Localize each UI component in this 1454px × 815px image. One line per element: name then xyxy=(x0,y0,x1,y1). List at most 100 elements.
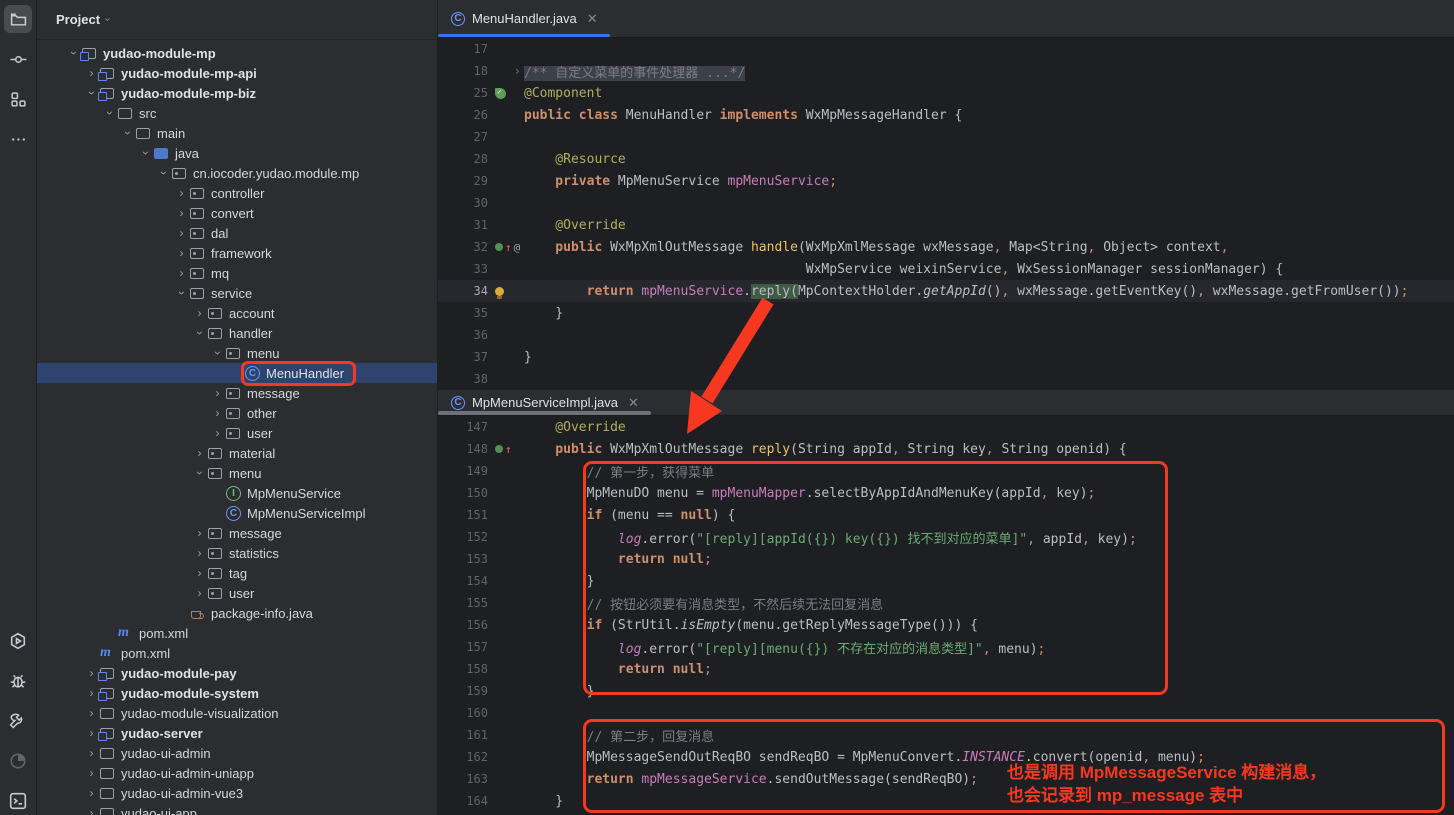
code-line-149[interactable]: 149 // 第一步，获得菜单 xyxy=(438,460,1454,482)
code-line-147[interactable]: 147 @Override xyxy=(438,416,1454,438)
code-line-25[interactable]: 25@Component xyxy=(438,82,1454,104)
tree-item-message[interactable]: ›message xyxy=(37,523,437,543)
chevron-expanded-icon[interactable]: › xyxy=(191,326,208,340)
tree-item-statistics[interactable]: ›statistics xyxy=(37,543,437,563)
tree-item-message[interactable]: ›message xyxy=(37,383,437,403)
tree-item-pom-xml[interactable]: pom.xml xyxy=(37,643,437,663)
structure-icon[interactable] xyxy=(4,85,32,113)
chevron-collapsed-icon[interactable]: › xyxy=(191,306,208,320)
code-line-160[interactable]: 160 xyxy=(438,702,1454,724)
bean-icon[interactable] xyxy=(495,445,503,453)
code-line-36[interactable]: 36 xyxy=(438,324,1454,346)
code-line-28[interactable]: 28 @Resource xyxy=(438,148,1454,170)
code-line-18[interactable]: 18›/** 自定义菜单的事件处理器 ...*/ xyxy=(438,60,1454,82)
tree-item-yudao-module-mp[interactable]: ›yudao-module-mp xyxy=(37,43,437,63)
code-line-161[interactable]: 161 // 第二步，回复消息 xyxy=(438,724,1454,746)
fold-arrow-icon[interactable]: › xyxy=(514,64,524,78)
tree-item-mq[interactable]: ›mq xyxy=(37,263,437,283)
code-line-38[interactable]: 38 xyxy=(438,368,1454,390)
tree-item-yudao-module-pay[interactable]: ›yudao-module-pay xyxy=(37,663,437,683)
tab-mpmenuserviceimpl-java[interactable]: MpMenuServiceImpl.java ✕ xyxy=(438,390,651,415)
run-icon[interactable] xyxy=(4,627,32,655)
tab-menuhandler-java[interactable]: MenuHandler.java ✕ xyxy=(438,0,610,37)
code-line-29[interactable]: 29 private MpMenuService mpMenuService; xyxy=(438,170,1454,192)
tree-item-cn-iocoder-yudao-module-mp[interactable]: ›cn.iocoder.yudao.module.mp xyxy=(37,163,437,183)
more-icon[interactable] xyxy=(4,125,32,153)
code-line-32[interactable]: 32↑@ public WxMpXmlOutMessage handle(WxM… xyxy=(438,236,1454,258)
chevron-collapsed-icon[interactable]: › xyxy=(173,186,190,200)
debug-icon[interactable] xyxy=(4,667,32,695)
code-line-35[interactable]: 35 } xyxy=(438,302,1454,324)
tree-item-java[interactable]: ›java xyxy=(37,143,437,163)
code-line-158[interactable]: 158 return null; xyxy=(438,658,1454,680)
code-line-153[interactable]: 153 return null; xyxy=(438,548,1454,570)
code-line-148[interactable]: 148↑ public WxMpXmlOutMessage reply(Stri… xyxy=(438,438,1454,460)
chevron-expanded-icon[interactable]: › xyxy=(209,346,226,360)
tree-item-yudao-module-mp-biz[interactable]: ›yudao-module-mp-biz xyxy=(37,83,437,103)
chevron-expanded-icon[interactable]: › xyxy=(191,466,208,480)
code-line-31[interactable]: 31 @Override xyxy=(438,214,1454,236)
tree-item-framework[interactable]: ›framework xyxy=(37,243,437,263)
chevron-collapsed-icon[interactable]: › xyxy=(83,766,100,780)
chevron-collapsed-icon[interactable]: › xyxy=(173,226,190,240)
tree-item-user[interactable]: ›user xyxy=(37,423,437,443)
chevron-collapsed-icon[interactable]: › xyxy=(191,546,208,560)
code-line-154[interactable]: 154 } xyxy=(438,570,1454,592)
tree-item-menuhandler[interactable]: MenuHandler xyxy=(37,363,437,383)
code-line-37[interactable]: 37} xyxy=(438,346,1454,368)
chevron-expanded-icon[interactable]: › xyxy=(119,126,136,140)
code-line-34[interactable]: 34 return mpMenuService.reply(MpContextH… xyxy=(438,280,1454,302)
tree-item-src[interactable]: ›src xyxy=(37,103,437,123)
code-line-33[interactable]: 33 WxMpService weixinService, WxSessionM… xyxy=(438,258,1454,280)
close-icon[interactable]: ✕ xyxy=(587,11,598,27)
tree-item-convert[interactable]: ›convert xyxy=(37,203,437,223)
code-line-150[interactable]: 150 MpMenuDO menu = mpMenuMapper.selectB… xyxy=(438,482,1454,504)
build-icon[interactable] xyxy=(4,707,32,735)
chevron-collapsed-icon[interactable]: › xyxy=(191,446,208,460)
chevron-collapsed-icon[interactable]: › xyxy=(191,526,208,540)
tree-item-user[interactable]: ›user xyxy=(37,583,437,603)
code-line-27[interactable]: 27 xyxy=(438,126,1454,148)
chevron-collapsed-icon[interactable]: › xyxy=(83,806,100,815)
chevron-collapsed-icon[interactable]: › xyxy=(173,206,190,220)
tree-item-material[interactable]: ›material xyxy=(37,443,437,463)
profiler-icon[interactable] xyxy=(4,747,32,775)
tree-item-dal[interactable]: ›dal xyxy=(37,223,437,243)
tree-item-mpmenuservice[interactable]: MpMenuService xyxy=(37,483,437,503)
chevron-collapsed-icon[interactable]: › xyxy=(209,386,226,400)
chevron-expanded-icon[interactable]: › xyxy=(173,286,190,300)
project-icon[interactable] xyxy=(4,5,32,33)
chevron-collapsed-icon[interactable]: › xyxy=(209,406,226,420)
chevron-collapsed-icon[interactable]: › xyxy=(83,746,100,760)
code-line-164[interactable]: 164 } xyxy=(438,790,1454,812)
overrides-icon[interactable]: ↑ xyxy=(505,443,512,456)
tree-item-yudao-ui-admin-uniapp[interactable]: ›yudao-ui-admin-uniapp xyxy=(37,763,437,783)
chevron-expanded-icon[interactable]: › xyxy=(101,106,118,120)
tree-item-yudao-ui-admin-vue3[interactable]: ›yudao-ui-admin-vue3 xyxy=(37,783,437,803)
code-line-159[interactable]: 159 } xyxy=(438,680,1454,702)
tree-item-controller[interactable]: ›controller xyxy=(37,183,437,203)
code-line-156[interactable]: 156 if (StrUtil.isEmpty(menu.getReplyMes… xyxy=(438,614,1454,636)
tree-item-pom-xml[interactable]: pom.xml xyxy=(37,623,437,643)
spring-bean-icon[interactable] xyxy=(495,88,506,99)
tree-item-other[interactable]: ›other xyxy=(37,403,437,423)
tree-item-yudao-module-system[interactable]: ›yudao-module-system xyxy=(37,683,437,703)
project-panel-header[interactable]: Project › xyxy=(37,0,437,40)
tree-item-package-info-java[interactable]: package-info.java xyxy=(37,603,437,623)
code-line-30[interactable]: 30 xyxy=(438,192,1454,214)
code-line-151[interactable]: 151 if (menu == null) { xyxy=(438,504,1454,526)
tree-item-yudao-ui-app[interactable]: ›yudao-ui-app xyxy=(37,803,437,815)
code-line-152[interactable]: 152 log.error("[reply][appId({}) key({})… xyxy=(438,526,1454,548)
chevron-collapsed-icon[interactable]: › xyxy=(209,426,226,440)
tree-item-yudao-module-mp-api[interactable]: ›yudao-module-mp-api xyxy=(37,63,437,83)
overrides-icon[interactable]: ↑ xyxy=(505,241,512,254)
tree-item-main[interactable]: ›main xyxy=(37,123,437,143)
chevron-collapsed-icon[interactable]: › xyxy=(83,706,100,720)
chevron-collapsed-icon[interactable]: › xyxy=(173,266,190,280)
tree-item-yudao-module-visualization[interactable]: ›yudao-module-visualization xyxy=(37,703,437,723)
terminal-icon[interactable] xyxy=(4,787,32,815)
bean-icon[interactable] xyxy=(495,243,503,251)
close-icon[interactable]: ✕ xyxy=(628,395,639,411)
tree-item-yudao-server[interactable]: ›yudao-server xyxy=(37,723,437,743)
tree-item-account[interactable]: ›account xyxy=(37,303,437,323)
